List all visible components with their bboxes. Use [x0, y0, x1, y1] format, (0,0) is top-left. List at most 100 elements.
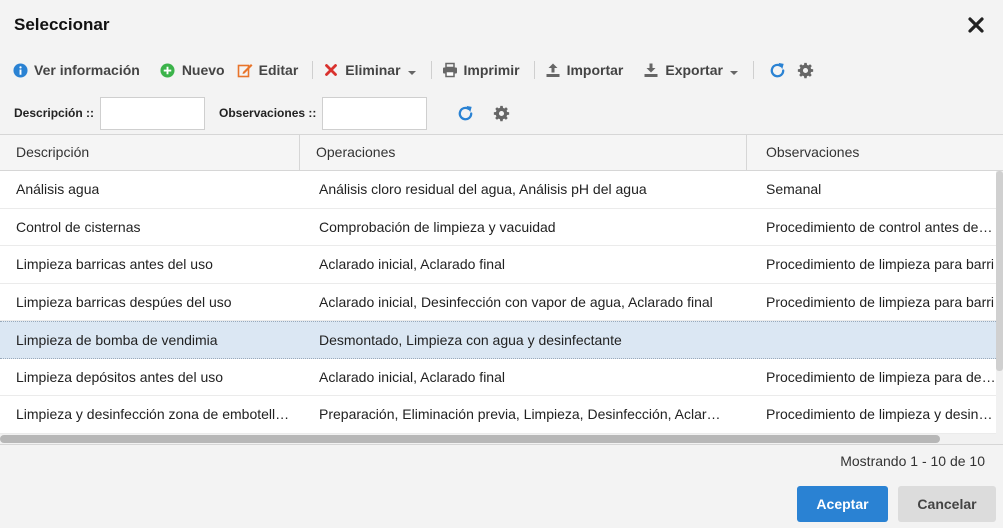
- cell-operations: Aclarado inicial, Aclarado final: [300, 359, 747, 396]
- cell-text: Análisis agua: [16, 181, 100, 198]
- cell-operations: Comprobación de limpieza y vacuidad: [300, 209, 747, 246]
- cell-observations: Procedimiento de limpieza para depó: [747, 359, 996, 396]
- cell-description: Limpieza de bomba de vendimia: [0, 322, 300, 358]
- cell-text: Aclarado inicial, Aclarado final: [319, 256, 505, 273]
- info-icon: [12, 62, 28, 78]
- toolbar-divider: [533, 61, 535, 79]
- cell-observations: Procedimiento de control antes de ex: [747, 209, 996, 246]
- cell-description: Control de cisternas: [0, 209, 300, 246]
- cell-text: Limpieza barricas despúes del uso: [16, 293, 232, 310]
- cell-description: Análisis agua: [0, 171, 300, 208]
- cell-observations: Procedimiento de limpieza para barri: [747, 284, 996, 321]
- x-icon: [323, 62, 339, 78]
- cell-description: Limpieza barricas antes del uso: [0, 246, 300, 283]
- horizontal-scrollbar[interactable]: [0, 434, 1003, 444]
- cell-description: Limpieza barricas despúes del uso: [0, 284, 300, 321]
- toolbar-divider: [752, 61, 754, 79]
- grid-body: Análisis agua Análisis cloro residual del…: [0, 171, 996, 435]
- cancel-button[interactable]: Cancelar: [898, 486, 996, 522]
- cell-text: Procedimiento de limpieza para depó: [766, 368, 996, 385]
- chevron-down-icon[interactable]: [407, 65, 417, 75]
- cell-observations: Semanal: [747, 171, 996, 208]
- refresh-icon[interactable]: [764, 56, 792, 84]
- cell-observations: [747, 322, 996, 358]
- cell-observations: Procedimiento de limpieza para barri: [747, 246, 996, 283]
- refresh-icon[interactable]: [451, 99, 479, 127]
- column-header-observations[interactable]: Observaciones: [747, 135, 1003, 171]
- printer-icon: [442, 62, 458, 78]
- cell-operations: Análisis cloro residual del agua, Anális…: [300, 171, 747, 208]
- view-info-button[interactable]: Ver información: [12, 56, 148, 84]
- print-label: Imprimir: [463, 62, 520, 78]
- cell-text: Aclarado inicial, Aclarado final: [319, 368, 505, 385]
- cell-text: Preparación, Eliminación previa, Limpiez…: [319, 406, 727, 423]
- gear-icon[interactable]: [487, 99, 515, 127]
- grid-header: Descripción Operaciones Observaciones: [0, 135, 1003, 171]
- description-filter-input[interactable]: [100, 96, 206, 130]
- toolbar-divider: [430, 61, 432, 79]
- print-button[interactable]: Imprimir: [442, 56, 528, 84]
- close-icon[interactable]: [965, 14, 987, 36]
- column-header-description[interactable]: Descripción: [0, 135, 300, 171]
- cell-description: Limpieza y desinfección zona de embotell…: [0, 396, 300, 433]
- select-dialog: Seleccionar Ver información Nuevo Editar: [0, 0, 1003, 528]
- delete-label: Eliminar: [345, 62, 401, 78]
- accept-button[interactable]: Aceptar: [797, 486, 888, 522]
- vertical-scrollbar[interactable]: [996, 171, 1003, 435]
- toolbar-divider: [312, 61, 314, 79]
- observations-filter-input[interactable]: [322, 96, 428, 130]
- cell-operations: Aclarado inicial, Aclarado final: [300, 246, 747, 283]
- data-grid: Descripción Operaciones Observaciones An…: [0, 134, 1003, 445]
- observations-filter-label: Observaciones ::: [219, 106, 317, 120]
- edit-label: Editar: [258, 62, 299, 78]
- edit-button[interactable]: Editar: [237, 56, 307, 84]
- import-label: Importar: [566, 62, 624, 78]
- export-label: Exportar: [665, 62, 723, 78]
- cell-text: Limpieza depósitos antes del uso: [16, 368, 224, 385]
- cell-text: Análisis cloro residual del agua, Anális…: [319, 181, 647, 198]
- toolbar: Ver información Nuevo Editar Eliminar Im…: [0, 55, 1003, 85]
- cell-text: Control de cisternas: [16, 218, 141, 235]
- dialog-titlebar: Seleccionar: [0, 0, 1003, 50]
- table-row[interactable]: Limpieza de bomba de vendimia Desmontado,…: [0, 321, 996, 359]
- export-button[interactable]: Exportar: [643, 56, 747, 84]
- import-button[interactable]: Importar: [545, 56, 632, 84]
- plus-circle-icon: [160, 62, 176, 78]
- cell-text: Procedimiento de limpieza para barri: [766, 293, 994, 310]
- dialog-title: Seleccionar: [14, 15, 110, 34]
- column-header-operations[interactable]: Operaciones: [300, 135, 747, 171]
- cell-text: Procedimiento de control antes de ex: [766, 218, 996, 235]
- table-row[interactable]: Limpieza depósitos antes del uso Aclarado…: [0, 358, 996, 396]
- delete-button[interactable]: Eliminar: [323, 56, 424, 84]
- cell-text: Semanal: [766, 181, 822, 198]
- cell-description: Limpieza depósitos antes del uso: [0, 359, 300, 396]
- horizontal-scrollbar-thumb[interactable]: [0, 435, 940, 443]
- table-row[interactable]: Análisis agua Análisis cloro residual del…: [0, 171, 996, 209]
- table-row[interactable]: Control de cisternas Comprobación de limp…: [0, 208, 996, 246]
- chevron-down-icon[interactable]: [729, 65, 739, 75]
- new-label: Nuevo: [181, 62, 225, 78]
- upload-icon: [545, 62, 561, 78]
- cell-text: Procedimiento de limpieza para barri: [766, 256, 994, 273]
- cell-text: Aclarado inicial, Desinfección con vapor…: [319, 293, 713, 310]
- cell-operations: Preparación, Eliminación previa, Limpiez…: [300, 396, 747, 433]
- download-icon: [643, 62, 659, 78]
- cell-text: Comprobación de limpieza y vacuidad: [319, 218, 556, 235]
- cell-text: Limpieza barricas antes del uso: [16, 256, 213, 273]
- cell-text: Limpieza y desinfección zona de embotell…: [16, 406, 290, 423]
- vertical-scrollbar-thumb[interactable]: [996, 171, 1003, 371]
- cell-text: Desmontado, Limpieza con agua y desinfec…: [319, 331, 622, 348]
- cell-text: Procedimiento de limpieza y desinfec: [766, 406, 996, 423]
- new-button[interactable]: Nuevo: [160, 56, 233, 84]
- paging-info: Mostrando 1 - 10 de 10: [840, 453, 985, 469]
- cell-operations: Aclarado inicial, Desinfección con vapor…: [300, 284, 747, 321]
- view-info-label: Ver información: [34, 62, 140, 78]
- table-row[interactable]: Limpieza barricas despúes del uso Aclarad…: [0, 283, 996, 321]
- filter-bar: Descripción :: Observaciones ::: [0, 95, 1003, 131]
- table-row[interactable]: Limpieza y desinfección zona de embotell…: [0, 396, 996, 434]
- cell-observations: Procedimiento de limpieza y desinfec: [747, 396, 996, 433]
- gear-icon[interactable]: [792, 56, 820, 84]
- description-filter-label: Descripción ::: [14, 106, 95, 120]
- table-row[interactable]: Limpieza barricas antes del uso Aclarado …: [0, 246, 996, 284]
- cell-operations: Desmontado, Limpieza con agua y desinfec…: [300, 322, 747, 358]
